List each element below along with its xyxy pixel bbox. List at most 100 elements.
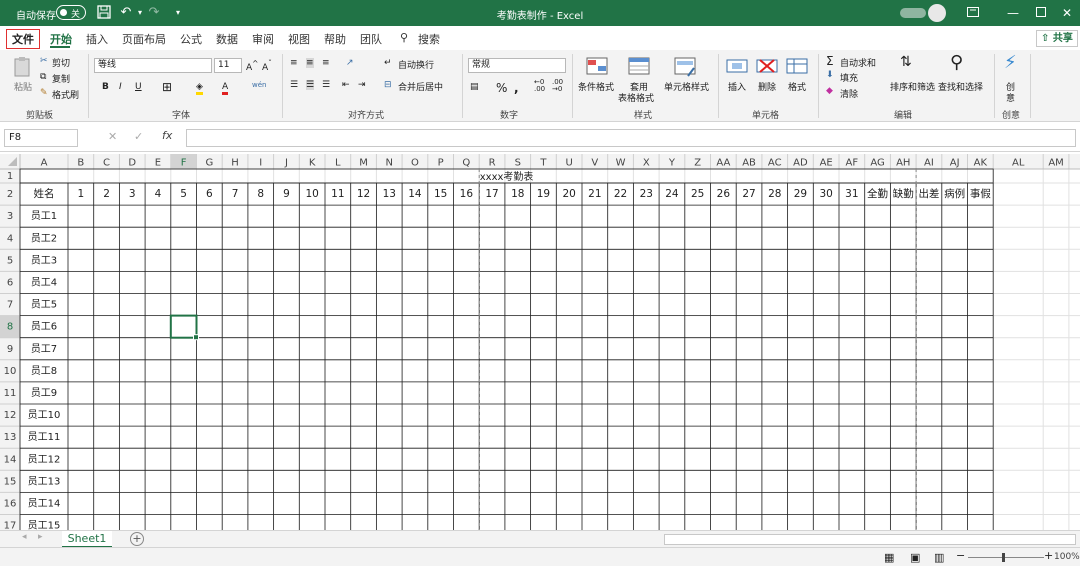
format-as-table-label-2[interactable]: 表格格式 [618, 91, 654, 104]
cut-label[interactable]: 剪切 [52, 56, 70, 69]
merge-center-label[interactable]: 合并后居中 [398, 80, 443, 93]
delete-cells-label[interactable]: 删除 [758, 80, 776, 93]
tab-home[interactable]: 开始 [50, 31, 72, 47]
align-center-icon[interactable]: ☰ [306, 80, 315, 90]
row-header-4[interactable]: 4 [7, 233, 13, 244]
accounting-icon[interactable]: ▤ [470, 82, 479, 92]
search-label[interactable]: 搜索 [418, 31, 440, 47]
ideas-icon[interactable]: ⚡ [1004, 52, 1017, 73]
column-header-AM[interactable]: AM [1048, 158, 1063, 169]
clear-label[interactable]: 清除 [840, 87, 858, 100]
minimize-icon[interactable]: — [1004, 4, 1022, 22]
tab-formulas[interactable]: 公式 [180, 31, 202, 47]
column-header-W[interactable]: W [616, 158, 626, 169]
add-sheet-icon[interactable]: + [130, 532, 144, 546]
page-break-view-icon[interactable]: ▥ [934, 551, 944, 564]
paste-icon[interactable] [12, 56, 34, 78]
column-header-X[interactable]: X [643, 158, 650, 169]
conditional-format-icon[interactable] [586, 56, 608, 78]
ideas-label-2[interactable]: 意 [1006, 91, 1015, 104]
bold-icon[interactable]: B [102, 82, 109, 92]
increase-decimal-icon[interactable]: ←0.00 [534, 79, 545, 93]
user-name-blurred[interactable] [900, 8, 926, 18]
autosum-icon[interactable]: Σ [826, 54, 834, 68]
tab-review[interactable]: 审阅 [252, 31, 274, 47]
zoom-level[interactable]: 100% [1054, 552, 1080, 562]
row-header-11[interactable]: 11 [4, 388, 17, 399]
decrease-decimal-icon[interactable]: .00 →0 [552, 79, 563, 93]
insert-cells-icon[interactable] [726, 56, 748, 78]
decrease-indent-icon[interactable]: ⇤ [342, 80, 350, 90]
number-format-dropdown[interactable]: 常规 [468, 58, 566, 73]
column-header-S[interactable]: S [515, 158, 521, 169]
wrap-text-icon[interactable]: ↵ [384, 58, 392, 68]
column-header-L[interactable]: L [335, 158, 341, 169]
sort-filter-label[interactable]: 排序和筛选 [890, 80, 935, 93]
column-header-E[interactable]: E [155, 158, 161, 169]
insert-function-icon[interactable]: fx [162, 129, 172, 142]
close-icon[interactable]: ✕ [1058, 4, 1076, 22]
conditional-format-label[interactable]: 条件格式 [578, 80, 614, 93]
tab-data[interactable]: 数据 [216, 31, 238, 47]
column-header-AF[interactable]: AF [846, 158, 859, 169]
column-header-Q[interactable]: Q [462, 158, 470, 169]
avatar[interactable] [928, 4, 946, 22]
column-header-G[interactable]: G [205, 158, 213, 169]
paste-label[interactable]: 粘贴 [14, 80, 32, 93]
row-header-8[interactable]: 8 [7, 322, 13, 333]
increase-indent-icon[interactable]: ⇥ [358, 80, 366, 90]
row-header-14[interactable]: 14 [4, 454, 17, 465]
column-header-AC[interactable]: AC [768, 158, 782, 169]
row-header-1[interactable]: 1 [7, 171, 13, 182]
row-header-12[interactable]: 12 [4, 410, 17, 421]
clear-icon[interactable]: ◆ [826, 86, 833, 96]
normal-view-icon[interactable]: ▦ [884, 551, 894, 564]
row-header-16[interactable]: 16 [4, 498, 17, 509]
fill-handle[interactable] [193, 334, 199, 341]
align-left-icon[interactable]: ☰ [290, 80, 298, 90]
percent-icon[interactable]: % [496, 81, 507, 95]
format-as-table-icon[interactable] [628, 56, 650, 78]
cell-styles-icon[interactable] [674, 56, 696, 78]
column-header-R[interactable]: R [489, 158, 496, 169]
column-header-D[interactable]: D [128, 158, 136, 169]
share-button[interactable]: ⇧ 共享 [1036, 30, 1078, 47]
selected-cell[interactable] [169, 314, 198, 339]
copy-icon[interactable]: ⧉ [40, 72, 46, 82]
row-header-9[interactable]: 9 [7, 344, 13, 355]
find-select-label[interactable]: 查找和选择 [938, 80, 983, 93]
copy-label[interactable]: 复制 [52, 72, 70, 85]
prev-sheet-icon[interactable]: ◂ [22, 532, 27, 542]
column-header-M[interactable]: M [359, 158, 368, 169]
column-header-B[interactable]: B [77, 158, 84, 169]
borders-icon[interactable]: ⊞ [162, 80, 172, 94]
column-header-K[interactable]: K [309, 158, 316, 169]
zoom-in-icon[interactable]: + [1044, 549, 1053, 562]
wrap-text-label[interactable]: 自动换行 [398, 58, 434, 71]
column-header-AI[interactable]: AI [924, 158, 934, 169]
cancel-icon[interactable]: ✕ [108, 130, 117, 143]
tab-help[interactable]: 帮助 [324, 31, 346, 47]
cut-icon[interactable]: ✂ [40, 56, 48, 66]
name-box[interactable]: F8 [4, 129, 78, 147]
page-layout-view-icon[interactable]: ▣ [910, 551, 920, 564]
column-header-C[interactable]: C [103, 158, 110, 169]
tab-insert[interactable]: 插入 [86, 31, 108, 47]
next-sheet-icon[interactable]: ▸ [38, 532, 43, 542]
column-header-AK[interactable]: AK [974, 158, 988, 169]
row-header-2[interactable]: 2 [7, 189, 13, 200]
row-header-13[interactable]: 13 [4, 432, 17, 443]
cell-styles-label[interactable]: 单元格样式 [664, 80, 709, 93]
column-header-I[interactable]: I [259, 158, 262, 169]
fill-label[interactable]: 填充 [840, 71, 858, 84]
row-header-17[interactable]: 17 [4, 521, 17, 530]
row-header-5[interactable]: 5 [7, 255, 13, 266]
row-header-15[interactable]: 15 [4, 476, 17, 487]
column-header-AE[interactable]: AE [820, 158, 833, 169]
column-header-AD[interactable]: AD [793, 158, 808, 169]
column-header-V[interactable]: V [591, 158, 598, 169]
row-header-6[interactable]: 6 [7, 277, 13, 288]
column-header-A[interactable]: A [41, 158, 48, 169]
zoom-slider-thumb[interactable] [1002, 553, 1005, 562]
row-header-7[interactable]: 7 [7, 300, 13, 311]
